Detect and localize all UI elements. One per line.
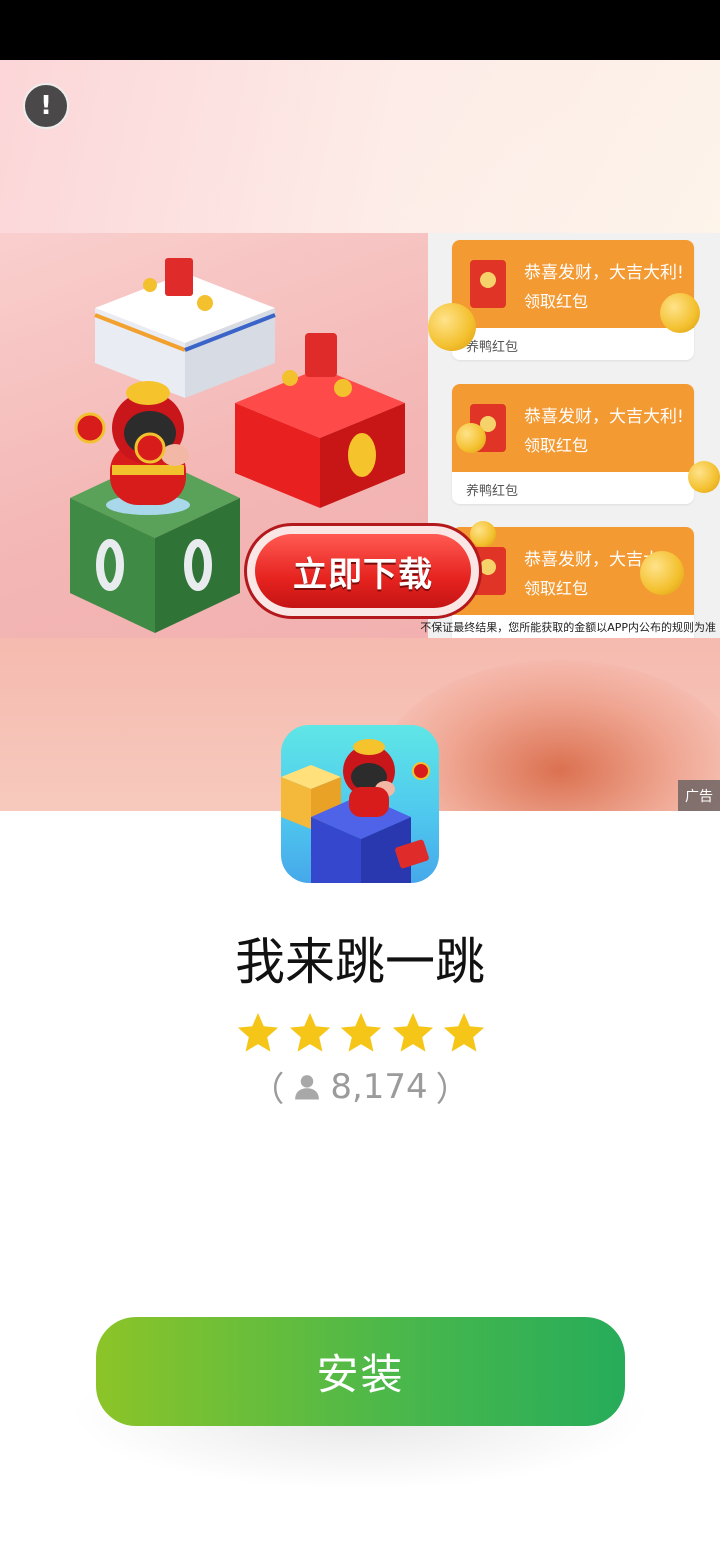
install-button[interactable]: 安装 xyxy=(96,1317,625,1426)
hero-top-fade xyxy=(0,60,720,240)
exclamation-icon: ! xyxy=(40,91,52,121)
card-footer: 养鸭红包 xyxy=(466,484,519,499)
coin-icon xyxy=(640,551,684,595)
ad-banner[interactable]: 恭喜发财，大吉大利! 领取红包 养鸭红包 恭喜发财，大吉大利! 领取红包 养鸭红… xyxy=(0,233,720,638)
app-name: 我来跳一跳 xyxy=(235,933,485,991)
star-icon xyxy=(289,1012,330,1052)
ad-info-button[interactable]: ! xyxy=(23,83,69,129)
star-icon xyxy=(340,1012,382,1052)
card-title: 恭喜发财，大吉大 xyxy=(524,550,660,570)
star-icon xyxy=(443,1012,485,1052)
coin-icon xyxy=(660,293,700,333)
red-packet-card: 恭喜发财，大吉大利! 领取红包 养鸭红包 xyxy=(452,240,694,360)
rating-stars xyxy=(235,1010,487,1056)
coin-icon xyxy=(428,303,476,351)
coin-icon xyxy=(688,461,720,493)
ad-badge: 广告 xyxy=(678,780,720,811)
app-icon-artwork xyxy=(281,739,430,883)
status-bar xyxy=(0,0,720,60)
download-now-label: 立即下载 xyxy=(255,534,471,608)
star-icon xyxy=(237,1012,279,1052)
red-packet-card: 恭喜发财，大吉大利! 领取红包 养鸭红包 xyxy=(452,384,694,504)
coin-icon xyxy=(470,521,496,547)
coin-icon xyxy=(456,423,486,453)
rating-count: （ 8,174 ） xyxy=(0,1062,720,1111)
star-icon xyxy=(392,1012,433,1052)
red-envelope-icon xyxy=(470,260,506,308)
card-title: 恭喜发财，大吉大利! xyxy=(524,407,684,427)
card-footer: 养鸭红包 xyxy=(466,340,519,355)
card-subtitle: 领取红包 xyxy=(524,579,589,598)
ad-disclaimer: 不保证最终结果，您所能获取的金额以APP内公布的规则为准 xyxy=(420,621,716,634)
app-icon xyxy=(281,725,439,883)
download-now-button[interactable]: 立即下载 xyxy=(244,523,482,619)
install-label: 安装 xyxy=(316,1350,405,1399)
card-subtitle: 领取红包 xyxy=(524,292,589,311)
card-title: 恭喜发财，大吉大利! xyxy=(524,263,684,283)
rating-count-value: 8,174 xyxy=(330,1066,428,1107)
card-subtitle: 领取红包 xyxy=(524,436,589,455)
person-icon xyxy=(295,1074,320,1099)
rating-paren-open: （ xyxy=(250,1070,285,1110)
rating-paren-close: ） xyxy=(435,1070,470,1110)
